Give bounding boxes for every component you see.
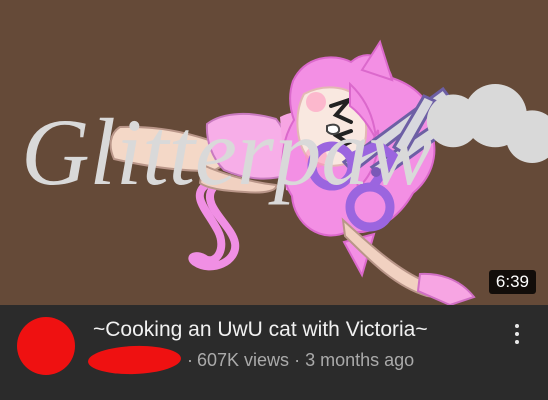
- more-options-button[interactable]: [507, 318, 527, 350]
- view-count: 607K views: [197, 349, 290, 370]
- more-vertical-icon: [515, 324, 519, 344]
- metadata-separator: ·: [294, 349, 301, 370]
- video-card[interactable]: Glitterpaw 6:39 ~Cooking an UwU cat with…: [0, 0, 548, 400]
- svg-text:Glitterpaw: Glitterpaw: [21, 99, 432, 205]
- glitterpaw-watermark: Glitterpaw: [21, 84, 548, 205]
- upload-age: 3 months ago: [305, 349, 415, 370]
- video-duration: 6:39: [488, 270, 536, 294]
- channel-avatar-redacted[interactable]: [17, 317, 75, 375]
- video-thumbnail[interactable]: Glitterpaw 6:39: [0, 0, 548, 305]
- video-info: ~Cooking an UwU cat with Victoria~ · 607…: [0, 305, 548, 400]
- video-metadata: · 607K views · 3 months ago: [87, 344, 415, 376]
- video-title[interactable]: ~Cooking an UwU cat with Victoria~: [93, 317, 493, 343]
- metadata-separator: ·: [187, 349, 193, 370]
- channel-name-redacted[interactable]: [87, 344, 182, 376]
